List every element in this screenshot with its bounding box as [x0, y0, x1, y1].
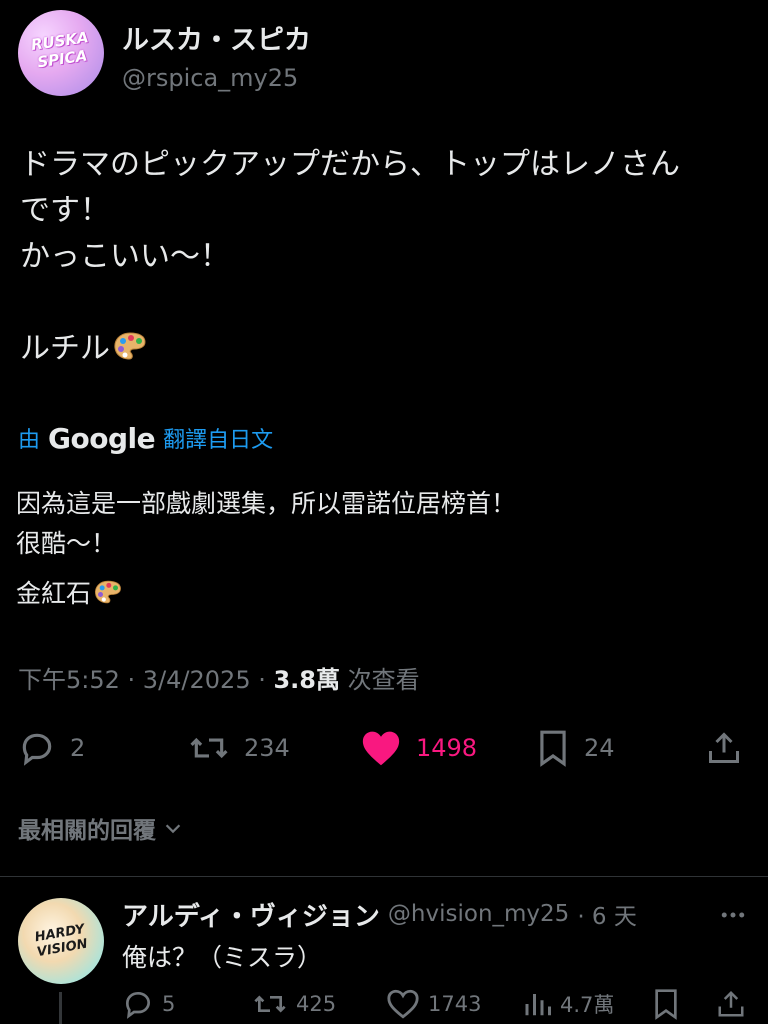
meta-separator: · [250, 666, 274, 694]
retweet-icon [254, 995, 286, 1013]
translation-prefix: 由 [18, 428, 41, 453]
tweet-text: ドラマのピックアップだから、トップはレノさん です！ かっこいい〜！ ルチル [20, 142, 755, 372]
bookmark-button[interactable]: 24 [536, 722, 615, 774]
translated-line-2: 很酷～！ [16, 529, 117, 558]
tweet-date[interactable]: 3/4/2025 [143, 666, 251, 694]
reply-views-count: 4.7萬 [560, 993, 615, 1017]
share-button[interactable] [706, 722, 742, 774]
translated-line-3-text: 金紅石 [16, 579, 92, 608]
reply-reply-count: 5 [162, 992, 176, 1016]
reply-bookmark-button[interactable] [652, 986, 680, 1022]
tweet-actions: 2 234 1498 24 [18, 722, 748, 774]
reply-icon [22, 733, 52, 766]
replies-sort-dropdown[interactable]: 最相關的回覆 [18, 808, 184, 848]
reply-share-button[interactable] [716, 986, 746, 1022]
reply-author-display-name[interactable]: アルディ・ヴィジョン [122, 896, 380, 933]
tweet-time[interactable]: 下午5:52 [18, 666, 120, 694]
retweet-button[interactable]: 234 [188, 722, 290, 774]
avatar-logo: RUSKA SPICA [29, 28, 90, 72]
chevron-down-icon [165, 824, 181, 834]
reply-button[interactable]: 2 [18, 722, 85, 774]
bookmark-icon [655, 989, 677, 1020]
reply-retweet-button[interactable]: 425 [252, 986, 336, 1022]
share-icon [709, 732, 739, 763]
translation-source-language[interactable]: 翻譯自日文 [163, 422, 273, 454]
reply-count: 2 [70, 734, 86, 762]
heart-icon [387, 989, 419, 1019]
author-avatar[interactable]: RUSKA SPICA [18, 10, 104, 96]
reply-reply-button[interactable]: 5 [122, 986, 175, 1022]
replies-sort-label: 最相關的回覆 [18, 818, 156, 844]
reply-header: アルディ・ヴィジョン @hvision_my25 · 6 天 [122, 896, 637, 932]
reply-like-button[interactable]: 1743 [386, 986, 481, 1022]
more-icon [721, 912, 745, 918]
bookmark-icon [540, 730, 566, 767]
artist-palette-emoji [114, 332, 146, 360]
avatar-logo: HARDY VISION [33, 921, 89, 961]
bookmark-count: 24 [584, 734, 615, 762]
tweet-author: RUSKA SPICA ルスカ・スピカ @rspica_my25 [18, 10, 758, 100]
translated-line-3: 金紅石 [16, 574, 756, 614]
reply-tweet[interactable]: HARDY VISION アルディ・ヴィジョン @hvision_my25 · 6… [0, 880, 768, 1024]
divider [0, 876, 768, 877]
reply-actions: 5 425 1743 4.7萬 [122, 986, 752, 1022]
thread-line [59, 992, 62, 1024]
reply-icon [125, 991, 151, 1019]
heart-filled-icon [362, 731, 400, 766]
meta-separator: · [119, 666, 143, 694]
reply-author-avatar[interactable]: HARDY VISION [18, 898, 104, 984]
translation-attribution[interactable]: 由 Google 翻譯自日文 [18, 420, 273, 456]
translated-line-1: 因為這是一部戲劇選集，所以雷諾位居榜首！ [16, 489, 517, 518]
reply-retweet-count: 425 [296, 992, 337, 1016]
tweet-views-label: 次查看 [340, 666, 420, 694]
author-handle[interactable]: @rspica_my25 [122, 64, 298, 92]
tweet-meta: 下午5:52 · 3/4/2025 · 3.8萬 次查看 [18, 660, 420, 700]
reply-author-handle[interactable]: @hvision_my25 [388, 901, 569, 927]
reply-text: 俺は？（ミスラ） [122, 943, 323, 972]
tweet-views-count[interactable]: 3.8萬 [273, 666, 340, 694]
google-logo: Google [48, 421, 156, 455]
analytics-icon [525, 994, 551, 1016]
retweet-count: 234 [244, 734, 290, 762]
reply-age[interactable]: · 6 天 [577, 897, 637, 931]
retweet-icon [190, 737, 228, 759]
author-display-name[interactable]: ルスカ・スピカ [122, 18, 311, 57]
like-button[interactable]: 1498 [360, 722, 477, 774]
translated-text: 因為這是一部戲劇選集，所以雷諾位居榜首！ 很酷～！ 金紅石 [16, 484, 756, 614]
share-icon [718, 990, 744, 1017]
reply-like-count: 1743 [428, 992, 482, 1016]
more-options-button[interactable] [718, 900, 748, 934]
like-count: 1498 [416, 734, 478, 762]
reply-views-button[interactable]: 4.7萬 [522, 986, 614, 1022]
artist-palette-emoji [95, 580, 121, 604]
